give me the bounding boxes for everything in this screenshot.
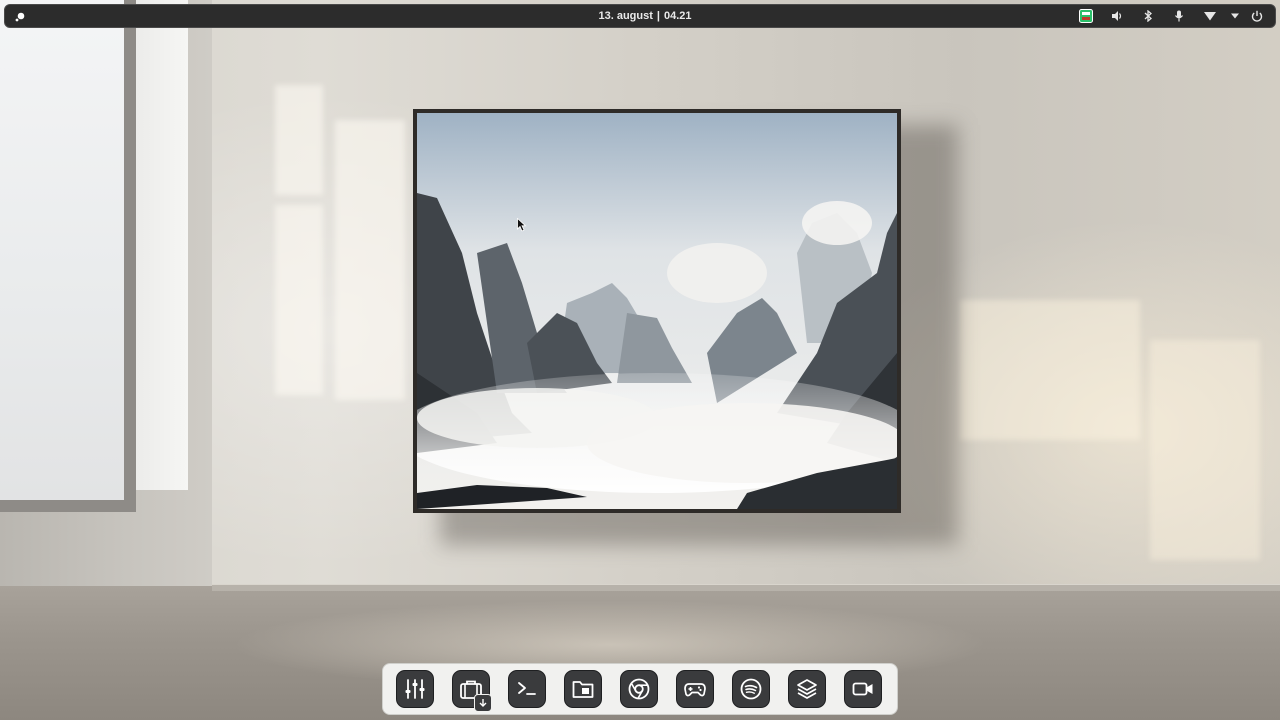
date-time-separator: |	[656, 10, 660, 22]
dock-item-software-store[interactable]	[452, 670, 492, 712]
mountain-landscape-image	[417, 113, 897, 509]
date-label: 13. august	[598, 10, 653, 22]
bluetooth-icon[interactable]	[1132, 5, 1163, 27]
dock-item-games[interactable]	[676, 670, 714, 708]
date-time-display[interactable]: 13. august | 04.21	[545, 5, 745, 27]
folder-icon	[572, 681, 594, 698]
gamepad-icon	[684, 683, 706, 697]
tray-app-icon[interactable]	[1070, 5, 1101, 27]
power-icon[interactable]	[1245, 5, 1269, 27]
room-window-glass	[0, 0, 124, 500]
time-label: 04.21	[663, 10, 692, 22]
dock	[382, 663, 898, 715]
room-window-jamb	[136, 0, 188, 490]
dock-item-chrome-browser[interactable]	[620, 670, 658, 708]
system-tray	[1070, 5, 1269, 27]
baseboard	[212, 584, 1280, 591]
sliders-icon	[405, 679, 425, 699]
menu-icon[interactable]	[11, 8, 29, 26]
dock-item-layers-app[interactable]	[788, 670, 826, 708]
terminal-icon	[518, 682, 536, 695]
dock-item-video-recorder[interactable]	[844, 670, 882, 708]
microphone-icon[interactable]	[1163, 5, 1194, 27]
download-badge-icon	[474, 694, 492, 712]
video-camera-icon	[852, 682, 873, 696]
layers-icon	[797, 679, 817, 699]
dock-item-files[interactable]	[564, 670, 602, 708]
framed-painting	[413, 109, 901, 513]
wifi-icon[interactable]	[1194, 5, 1225, 27]
dock-item-spotify[interactable]	[732, 670, 770, 708]
spotify-icon	[740, 678, 762, 700]
mouse-cursor-icon	[517, 218, 527, 232]
dock-item-terminal[interactable]	[508, 670, 546, 708]
volume-icon[interactable]	[1101, 5, 1132, 27]
chrome-icon	[628, 678, 650, 700]
dock-item-mixer-settings[interactable]	[396, 670, 434, 708]
system-menu-chevron-icon[interactable]	[1225, 5, 1245, 27]
top-panel: 13. august | 04.21	[4, 4, 1276, 28]
